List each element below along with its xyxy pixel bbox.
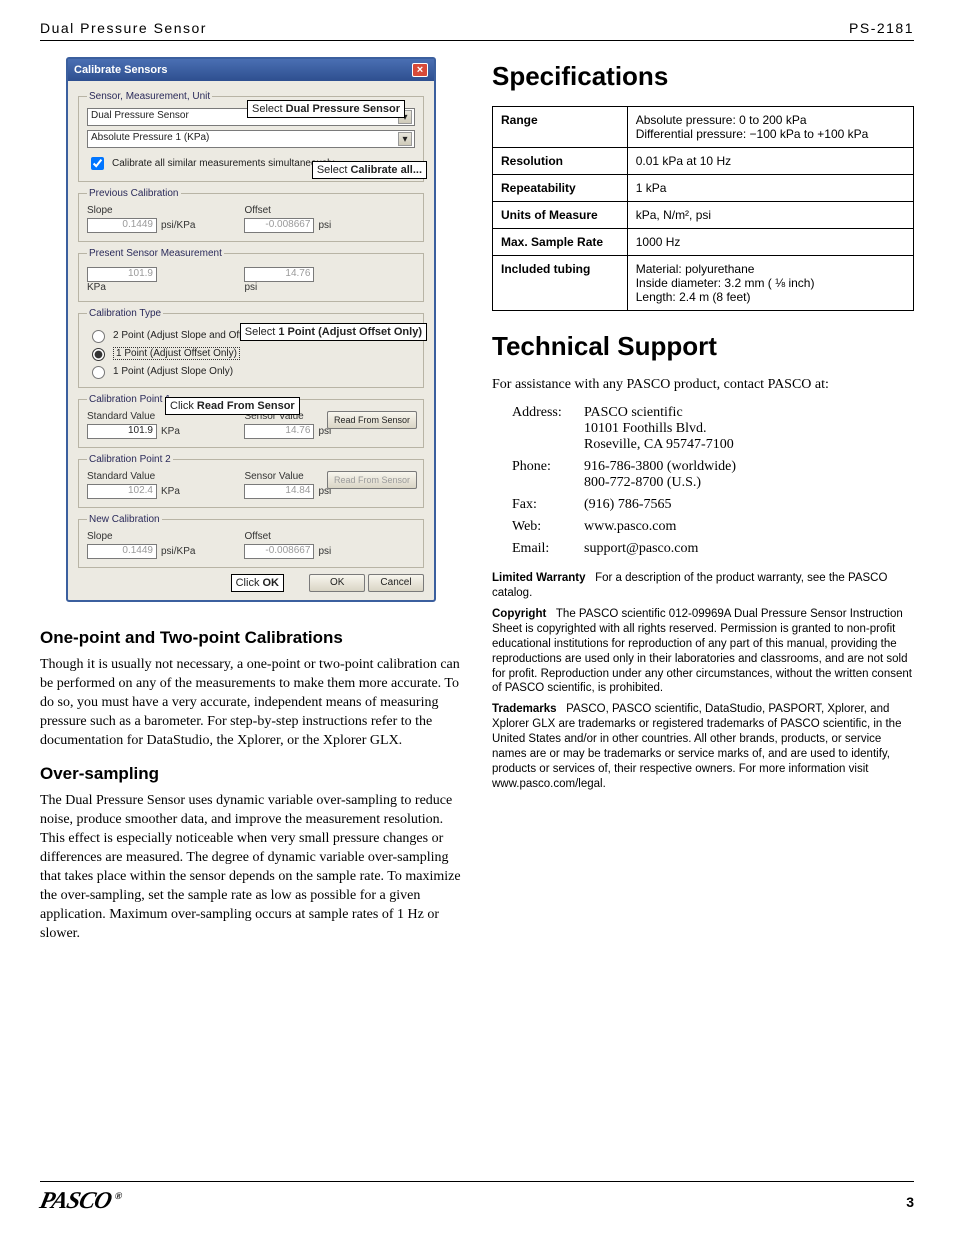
- fine-trademarks: Trademarks PASCO, PASCO scientific, Data…: [492, 702, 914, 792]
- group-present-label: Present Sensor Measurement: [87, 248, 224, 259]
- dialog-title: Calibrate Sensors: [74, 64, 168, 76]
- page-header: Dual Pressure Sensor PS-2181: [40, 20, 914, 41]
- calibrate-all-label: Calibrate all similar measurements simul…: [112, 158, 336, 169]
- table-row: Included tubingMaterial: polyurethane In…: [493, 256, 914, 311]
- measurement-dropdown[interactable]: Absolute Pressure 1 (KPa) ▾: [87, 130, 415, 148]
- radio-1point-slope[interactable]: [92, 366, 105, 379]
- read-sensor-button-1[interactable]: Read From Sensor: [327, 411, 417, 429]
- group-cp1-label: Calibration Point 1: [87, 394, 173, 405]
- read-sensor-button-2: Read From Sensor: [327, 471, 417, 489]
- group-caltype-label: Calibration Type: [87, 308, 163, 319]
- section-onepoint-body: Though it is usually not necessary, a on…: [40, 656, 462, 750]
- radio-1point-offset[interactable]: [92, 348, 105, 361]
- calibrate-sensors-dialog: Calibrate Sensors × Sensor, Measurement,…: [66, 57, 436, 602]
- page-number: 3: [906, 1194, 914, 1210]
- section-onepoint-heading: One-point and Two-point Calibrations: [40, 628, 462, 648]
- table-row: Resolution0.01 kPa at 10 Hz: [493, 148, 914, 175]
- close-icon[interactable]: ×: [412, 63, 428, 77]
- group-sensor-label: Sensor, Measurement, Unit: [87, 91, 212, 102]
- specifications-table: RangeAbsolute pressure: 0 to 200 kPa Dif…: [492, 106, 914, 311]
- section-oversampling-heading: Over-sampling: [40, 764, 462, 784]
- table-row: Units of MeasurekPa, N/m², psi: [493, 202, 914, 229]
- chevron-down-icon: ▾: [398, 132, 412, 146]
- header-left: Dual Pressure Sensor: [40, 20, 207, 36]
- tech-support-intro: For assistance with any PASCO product, c…: [492, 376, 914, 395]
- fine-copyright: Copyright The PASCO scientific 012-09969…: [492, 607, 914, 697]
- cp1-standard-input[interactable]: 101.9: [87, 424, 157, 439]
- tech-support-heading: Technical Support: [492, 331, 914, 362]
- header-right: PS-2181: [849, 20, 914, 36]
- table-row: Max. Sample Rate1000 Hz: [493, 229, 914, 256]
- callout-1point: Select 1 Point (Adjust Offset Only): [240, 323, 427, 341]
- callout-select-sensor: Select Dual Pressure Sensor: [247, 100, 405, 118]
- radio-2point[interactable]: [92, 330, 105, 343]
- specifications-heading: Specifications: [492, 61, 914, 92]
- calibrate-all-checkbox[interactable]: [91, 157, 104, 170]
- group-newcal-label: New Calibration: [87, 514, 162, 525]
- group-cp2-label: Calibration Point 2: [87, 454, 173, 465]
- table-row: Repeatability1 kPa: [493, 175, 914, 202]
- section-oversampling-body: The Dual Pressure Sensor uses dynamic va…: [40, 792, 462, 943]
- cancel-button[interactable]: Cancel: [368, 574, 424, 592]
- ok-button[interactable]: OK: [309, 574, 365, 592]
- page-footer: PASCO® 3: [40, 1181, 914, 1215]
- table-row: RangeAbsolute pressure: 0 to 200 kPa Dif…: [493, 107, 914, 148]
- fine-warranty: Limited Warranty For a description of th…: [492, 571, 914, 601]
- group-previous-label: Previous Calibration: [87, 188, 181, 199]
- pasco-logo: PASCO®: [37, 1188, 123, 1215]
- callout-calibrate-all: Select Calibrate all...: [312, 161, 427, 179]
- contact-block: Address:PASCO scientific 10101 Foothills…: [512, 405, 914, 557]
- callout-ok: Click OK: [231, 574, 284, 592]
- callout-read-sensor: Click Read From Sensor: [165, 397, 300, 415]
